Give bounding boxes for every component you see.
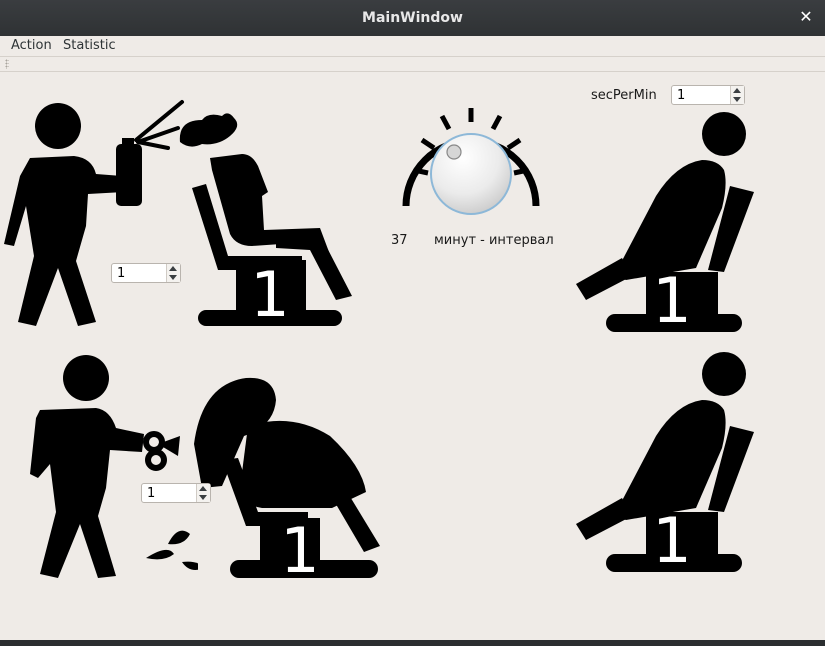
spray-station-value[interactable]: 1 xyxy=(117,266,125,281)
menu-bar: Action Statistic xyxy=(0,36,825,56)
cut-station-value[interactable]: 1 xyxy=(147,486,155,501)
sec-per-min-value[interactable]: 1 xyxy=(677,88,685,103)
spray-chair-count: 1 xyxy=(250,258,289,330)
knob-indicator xyxy=(446,144,462,160)
dial-value: 37 xyxy=(391,233,408,248)
desktop-strip xyxy=(0,640,825,646)
barber-spray-icon xyxy=(4,100,184,326)
seated-client-icon: 1 xyxy=(179,113,352,330)
seated-client-icon: 1 xyxy=(576,112,754,336)
knob-dial-icon[interactable] xyxy=(398,98,544,218)
seated-client-icon: 1 xyxy=(576,352,754,576)
spin-up-icon[interactable] xyxy=(733,88,741,93)
toolbar-grip-handle[interactable] xyxy=(5,59,9,69)
spin-up-icon[interactable] xyxy=(169,266,177,271)
barber-scissors-icon xyxy=(30,355,198,578)
spray-station-spinbox[interactable]: 1 xyxy=(111,263,181,283)
bottom-waiting-chair-count: 1 xyxy=(652,504,691,576)
spin-up-icon[interactable] xyxy=(199,486,207,491)
top-waiting-chair-count: 1 xyxy=(652,264,691,336)
window-title: MainWindow xyxy=(362,10,463,26)
sec-per-min-label: secPerMin xyxy=(591,88,657,103)
seated-client-icon: 1 xyxy=(194,377,380,580)
sec-per-min-spinbox[interactable]: 1 xyxy=(671,85,745,105)
cut-station-spinbox[interactable]: 1 xyxy=(141,483,211,503)
cut-chair-count: 1 xyxy=(280,514,319,580)
menu-action[interactable]: Action xyxy=(11,38,52,53)
dial-caption: минут - интервал xyxy=(434,233,554,248)
spin-down-icon[interactable] xyxy=(169,275,177,280)
title-bar: MainWindow ✕ xyxy=(0,0,825,37)
menu-statistic[interactable]: Statistic xyxy=(63,38,116,53)
spin-down-icon[interactable] xyxy=(199,495,207,500)
toolbar xyxy=(0,56,825,72)
main-window: MainWindow ✕ Action Statistic secPerMin … xyxy=(0,0,825,640)
spin-down-icon[interactable] xyxy=(733,97,741,102)
close-button[interactable]: ✕ xyxy=(797,8,815,26)
